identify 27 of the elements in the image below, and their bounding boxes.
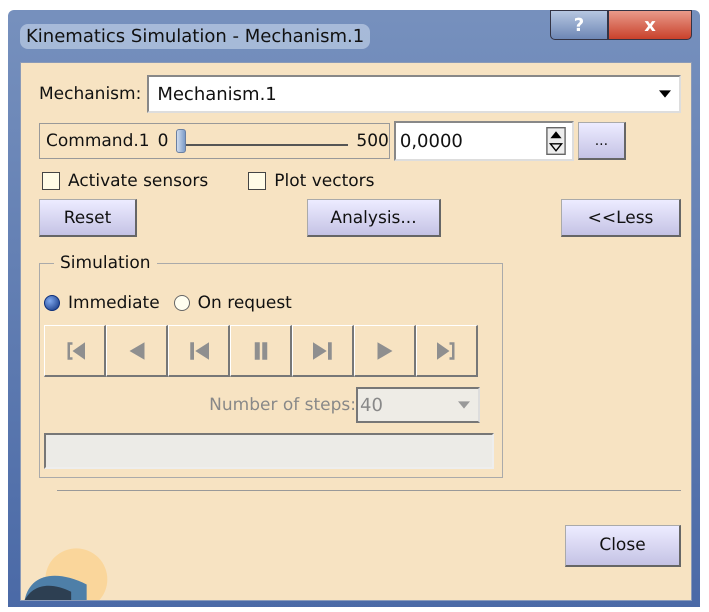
radio-button[interactable] (44, 295, 60, 311)
window-title: Kinematics Simulation - Mechanism.1 (20, 24, 370, 48)
checkbox[interactable] (42, 172, 60, 190)
checkbox-label: Plot vectors (274, 171, 375, 191)
command-slider[interactable] (176, 128, 348, 154)
group-title: Simulation (59, 253, 152, 273)
command-label: Command.1 (46, 131, 150, 151)
reset-button[interactable]: Reset (39, 199, 137, 237)
steps-label: Number of steps: (209, 395, 356, 415)
radio-button[interactable] (174, 295, 190, 311)
more-button[interactable]: ... (578, 122, 626, 160)
dropdown-arrow-icon (659, 90, 671, 98)
slider-thumb[interactable] (176, 129, 186, 153)
slider-min: 0 (158, 131, 168, 151)
dropdown-arrow-icon (458, 401, 470, 409)
spinner-icon[interactable] (546, 127, 566, 155)
mechanism-label: Mechanism: (39, 84, 142, 104)
radio-label: Immediate (68, 293, 160, 313)
close-button[interactable]: Close (565, 524, 681, 566)
analysis-button[interactable]: Analysis... (307, 199, 441, 237)
slider-max: 500 (356, 131, 389, 151)
command-value-field[interactable]: 0,0000 (394, 121, 574, 161)
checkbox-label: Activate sensors (68, 171, 208, 191)
checkbox[interactable] (248, 172, 266, 190)
radio-label: On request (198, 293, 292, 313)
mechanism-dropdown[interactable]: Mechanism.1 (147, 75, 681, 113)
less-button[interactable]: <<Less (561, 199, 681, 237)
